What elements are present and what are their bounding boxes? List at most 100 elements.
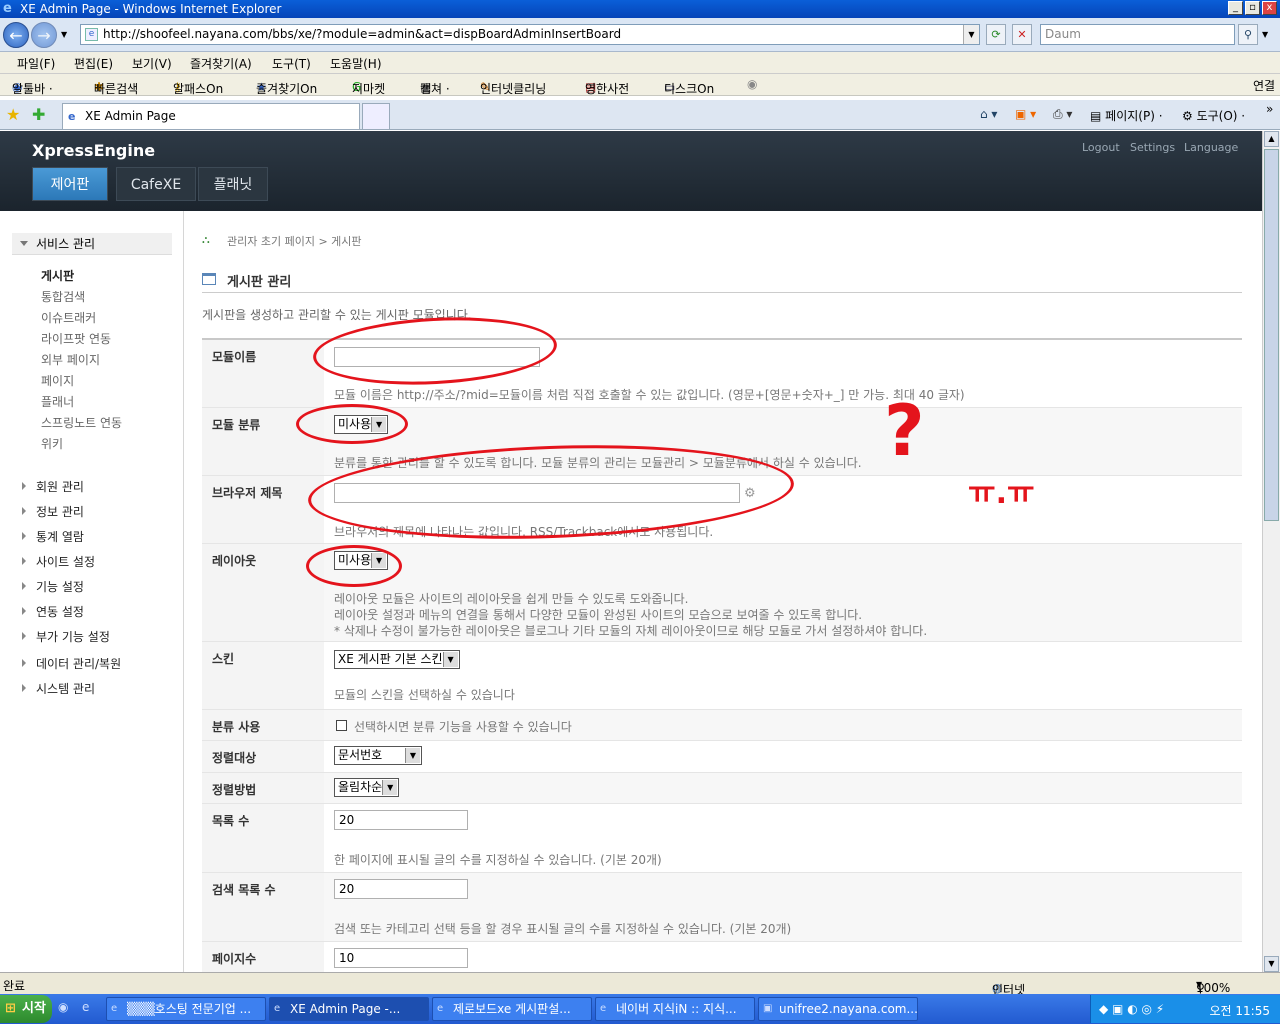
- settings-link[interactable]: Settings: [1130, 141, 1175, 154]
- page-title: 게시판 관리: [227, 275, 292, 290]
- sidebar-member[interactable]: 회원 관리: [22, 478, 84, 495]
- taskbar-item-zeroboard[interactable]: e 제로보드xe 게시판설...: [432, 997, 592, 1021]
- url-field[interactable]: e http://shoofeel.nayana.com/bbs/xe/?mod…: [80, 24, 980, 45]
- clock[interactable]: 오전 11:55: [1210, 1002, 1270, 1019]
- sidebar-item-page[interactable]: 페이지: [41, 372, 74, 389]
- search-list-count-input[interactable]: 20: [334, 879, 468, 899]
- menu-favorites[interactable]: 즐겨찾기(A): [190, 55, 252, 72]
- language-link[interactable]: Language: [1184, 141, 1238, 154]
- annotation-question-mark: ?: [884, 390, 925, 472]
- sidebar-item-wiki[interactable]: 위키: [41, 435, 63, 452]
- help-use-category: 선택하시면 분류 기능을 사용할 수 있습니다: [354, 720, 572, 734]
- sidebar-info[interactable]: 정보 관리: [22, 503, 84, 520]
- scroll-thumb[interactable]: [1264, 149, 1279, 521]
- scroll-up-icon[interactable]: ▲: [1264, 131, 1279, 147]
- sidebar-item-lifepod[interactable]: 라이프팟 연동: [41, 330, 111, 347]
- system-tray: ◆ ▣ ◐ ◎ ⚡ 오전 11:55: [1090, 995, 1280, 1023]
- quicklaunch-icon-1[interactable]: ◉: [58, 1000, 68, 1014]
- sidebar-service-header[interactable]: 서비스 관리: [12, 233, 172, 255]
- tools-menu[interactable]: ⚙ 도구(O) ·: [1182, 107, 1245, 124]
- help-layout-2: 레이아웃 설정과 메뉴의 연결을 통해서 다양한 모듈이 완성된 사이트의 모습…: [334, 608, 863, 622]
- favorites-star-icon[interactable]: ★: [6, 105, 20, 124]
- logout-link[interactable]: Logout: [1082, 141, 1120, 154]
- sidebar-item-issuetracker[interactable]: 이슈트래커: [41, 309, 96, 326]
- page-menu[interactable]: ▤ 페이지(P) ·: [1090, 107, 1163, 124]
- rss-icon[interactable]: ▣ ▾: [1015, 107, 1036, 121]
- close-button[interactable]: x: [1262, 1, 1277, 15]
- minimize-button[interactable]: _: [1228, 1, 1243, 15]
- back-button[interactable]: ←: [3, 22, 29, 48]
- print-icon[interactable]: ⎙ ▾: [1053, 107, 1072, 122]
- breadcrumb[interactable]: 관리자 초기 페이지 > 게시판: [227, 233, 362, 249]
- menu-tools[interactable]: 도구(T): [272, 55, 311, 72]
- nav-planet[interactable]: 플래닛: [198, 167, 268, 201]
- page-count-input[interactable]: 10: [334, 948, 468, 968]
- window-title-bar: e XE Admin Page - Windows Internet Explo…: [0, 0, 1280, 18]
- quicklaunch-ie-icon[interactable]: e: [82, 1000, 89, 1014]
- sidebar-data-backup[interactable]: 데이터 관리/복원: [21, 655, 121, 672]
- sort-target-select[interactable]: 문서번호: [334, 746, 422, 765]
- sidebar-item-board[interactable]: 게시판: [41, 267, 74, 284]
- nav-control-panel[interactable]: 제어판: [32, 167, 108, 201]
- annotation-crying-face: ㅠ.ㅠ: [968, 476, 1035, 511]
- nav-cafexe[interactable]: CafeXE: [116, 167, 196, 201]
- status-zoom[interactable]: ⚲ 100% ▾: [1196, 977, 1230, 995]
- menu-edit[interactable]: 편집(E): [74, 55, 113, 72]
- skin-select[interactable]: XE 게시판 기본 스킨: [334, 650, 460, 669]
- add-favorite-icon[interactable]: ✚: [32, 105, 45, 124]
- tab-xe-admin[interactable]: e XE Admin Page: [62, 103, 360, 129]
- history-dropdown-icon[interactable]: ▼: [61, 30, 67, 39]
- stop-icon[interactable]: ✕: [1012, 24, 1032, 45]
- scroll-down-icon[interactable]: ▼: [1264, 956, 1279, 972]
- ie-page-icon: e: [68, 110, 76, 123]
- page-icon: e: [85, 28, 98, 41]
- label-sort-order: 정렬방법: [202, 773, 324, 803]
- url-text: http://shoofeel.nayana.com/bbs/xe/?modul…: [103, 27, 622, 41]
- sort-order-select[interactable]: 올림차순: [334, 778, 400, 797]
- sidebar-item-external-page[interactable]: 외부 페이지: [41, 351, 100, 368]
- start-button[interactable]: ⊞ 시작: [0, 995, 52, 1023]
- sidebar-site-settings[interactable]: 사이트 설정: [21, 553, 95, 570]
- help-list-count: 한 페이지에 표시될 글의 수를 지정하실 수 있습니다. (기본 20개): [334, 853, 662, 867]
- restore-button[interactable]: ▫: [1245, 1, 1260, 15]
- menu-file[interactable]: 파일(F): [17, 55, 55, 72]
- row-use-category: 분류 사용 선택하시면 분류 기능을 사용할 수 있습니다: [202, 710, 1242, 741]
- status-bar: 완료 ◍ 인터넷 ⚲ 100% ▾: [0, 972, 1280, 997]
- sidebar-item-planner[interactable]: 플래너: [41, 393, 74, 410]
- tray-icons[interactable]: ◆ ▣ ◐ ◎ ⚡: [1099, 1002, 1164, 1016]
- sidebar-stats[interactable]: 통계 열람: [22, 528, 84, 545]
- search-input[interactable]: Daum: [1040, 24, 1235, 45]
- home-icon[interactable]: ⌂ ▾: [980, 107, 997, 121]
- taskbar-item-naver[interactable]: e 네이버 지식iN :: 지식...: [595, 997, 755, 1021]
- folder-task-icon: ▣: [763, 1003, 773, 1014]
- list-count-input[interactable]: 20: [334, 810, 468, 830]
- xe-logo[interactable]: XpressEngine: [32, 141, 155, 160]
- sidebar-integration[interactable]: 연동 설정: [22, 603, 84, 620]
- toolbar-more-icon[interactable]: ◉: [747, 77, 757, 91]
- sidebar-feature-settings[interactable]: 기능 설정: [22, 578, 84, 595]
- menu-view[interactable]: 보기(V): [132, 55, 172, 72]
- sidebar-item-search[interactable]: 통합검색: [41, 288, 85, 305]
- new-tab-button[interactable]: [362, 103, 390, 129]
- page-scrollbar[interactable]: ▲ ▼: [1262, 131, 1280, 972]
- taskbar-item-hosting[interactable]: e ▒▒▒호스팅 전문기업 ...: [106, 997, 266, 1021]
- refresh-icon[interactable]: ⟳: [986, 24, 1006, 45]
- sidebar-item-springnote[interactable]: 스프링노트 연동: [41, 414, 122, 431]
- sidebar-system[interactable]: 시스템 관리: [21, 680, 95, 697]
- taskbar-item-unifree[interactable]: ▣ unifree2.nayana.com...: [758, 997, 918, 1021]
- search-options-icon[interactable]: ▼: [1262, 30, 1268, 39]
- ie-task-icon: e: [274, 1003, 281, 1014]
- sitemap-icon: ⛬: [202, 233, 210, 246]
- toolbar-connect[interactable]: 연결: [1253, 77, 1275, 94]
- search-icon[interactable]: ⚲: [1238, 24, 1258, 45]
- more-chevron-icon[interactable]: »: [1266, 102, 1273, 116]
- sidebar-addons[interactable]: 부가 기능 설정: [22, 628, 110, 645]
- row-search-list-count: 검색 목록 수 20 검색 또는 카테고리 선택 등을 할 경우 표시될 글의 …: [202, 873, 1242, 942]
- address-bar-area: ← → ▼ e http://shoofeel.nayana.com/bbs/x…: [0, 18, 1280, 52]
- row-page-count: 페이지수 10: [202, 942, 1242, 972]
- url-dropdown-icon[interactable]: ▼: [963, 25, 979, 44]
- forward-button[interactable]: →: [31, 22, 57, 48]
- menu-help[interactable]: 도움말(H): [330, 55, 382, 72]
- taskbar-item-xe-admin[interactable]: e XE Admin Page -...: [269, 997, 429, 1021]
- use-category-checkbox[interactable]: [336, 720, 347, 731]
